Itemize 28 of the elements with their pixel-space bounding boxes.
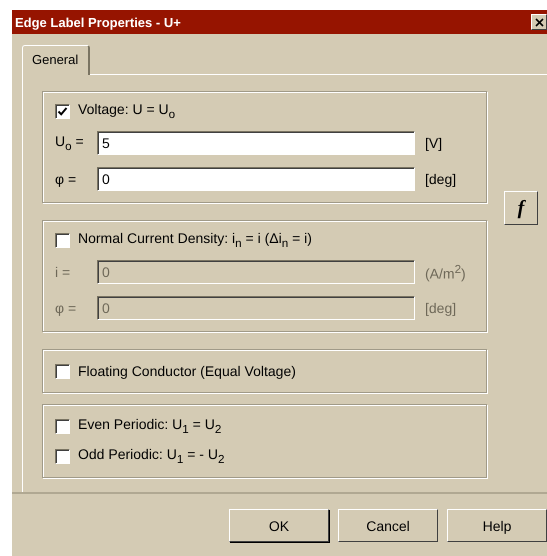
input-field[interactable]: 5 (97, 131, 415, 155)
checkbox-label[interactable]: Even Periodic: U$_{1}$ = U$_{2}$ (78, 416, 222, 436)
field-label: i = (55, 264, 72, 280)
field-label: φ = (55, 300, 78, 316)
dialog-button[interactable]: OK (229, 509, 329, 542)
checkbox[interactable] (55, 104, 70, 118)
field-label: U$_{o}$ = (55, 133, 85, 153)
window-title: Edge Label Properties - U+ (15, 14, 181, 30)
checkbox-label[interactable]: Normal Current Density: i$_{n}$ = i (Δi$_{n}$ = i) (78, 230, 312, 250)
dialog-button[interactable]: Cancel (338, 509, 438, 542)
checkbox[interactable] (55, 364, 70, 378)
dialog-button[interactable]: Help (447, 509, 547, 542)
unit-label: (A/m$^{2}$) (425, 262, 466, 282)
checkbox-label[interactable]: Floating Conductor (Equal Voltage) (78, 363, 296, 379)
unit-label: [deg] (425, 300, 456, 316)
checkbox[interactable] (55, 418, 70, 434)
input-field[interactable]: 0 (97, 167, 415, 191)
checkbox-label[interactable]: Odd Periodic: U$_{1}$ = - U$_{2}$ (78, 446, 224, 466)
unit-label: [V] (425, 135, 442, 151)
tab[interactable]: General (22, 45, 90, 75)
function-button[interactable]: f (504, 191, 538, 225)
field-label: φ = (55, 171, 78, 187)
checkbox[interactable] (55, 232, 70, 248)
close-button[interactable] (531, 14, 547, 30)
close-icon (534, 18, 544, 26)
unit-label: [deg] (425, 171, 456, 187)
checkbox-label[interactable]: Voltage: U = U$_{o}$ (78, 101, 176, 121)
checkbox[interactable] (55, 448, 70, 464)
